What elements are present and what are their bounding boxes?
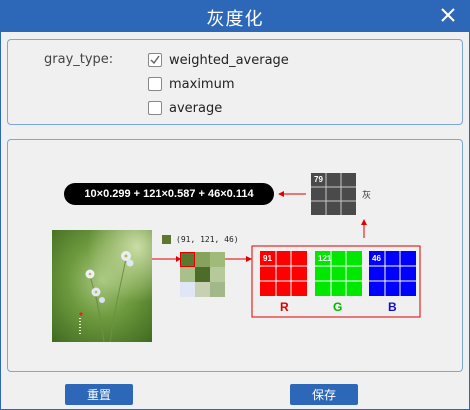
- check-icon: [150, 55, 160, 65]
- close-icon[interactable]: [437, 4, 459, 26]
- channel-g: 121: [315, 251, 362, 296]
- reset-button[interactable]: 重置: [65, 384, 133, 405]
- title-bar: 灰度化: [1, 1, 469, 32]
- zoomed-pixels: [180, 252, 225, 297]
- channel-r: 91: [260, 251, 307, 296]
- gray-label: 灰: [362, 191, 372, 201]
- dialog-title: 灰度化: [206, 9, 264, 30]
- maximum-checkbox[interactable]: [148, 77, 162, 91]
- gray-dialog: 灰度化 gray_type: weighted_average maximum …: [0, 0, 470, 410]
- average-label: average: [169, 100, 223, 116]
- pixel-rgb-label: (91, 121, 46): [176, 235, 239, 244]
- source-image: [52, 230, 152, 342]
- weighted-average-checkbox[interactable]: [148, 53, 162, 67]
- gray-type-panel: gray_type: weighted_average maximum aver…: [7, 39, 463, 125]
- weighted-average-label: weighted_average: [169, 52, 289, 68]
- average-checkbox[interactable]: [148, 101, 162, 115]
- option-maximum[interactable]: maximum: [148, 76, 235, 92]
- option-average[interactable]: average: [148, 100, 222, 116]
- channel-g-value: 121: [318, 254, 332, 263]
- option-weighted-average[interactable]: weighted_average: [148, 52, 289, 68]
- channel-r-value: 91: [263, 254, 272, 263]
- channel-g-label: G: [333, 300, 343, 314]
- channel-b: 46: [369, 251, 416, 296]
- maximum-label: maximum: [169, 76, 235, 92]
- gray-grid: 79: [311, 173, 356, 215]
- gray-type-label: gray_type:: [44, 52, 114, 67]
- channel-r-label: R: [280, 300, 289, 314]
- save-button[interactable]: 保存: [290, 384, 358, 405]
- gray-value: 79: [314, 175, 323, 184]
- channel-b-value: 46: [372, 254, 381, 263]
- illustration-panel: 10×0.299 + 121×0.587 + 46×0.114 (91, 121…: [7, 139, 463, 372]
- pixel-swatch: [162, 235, 171, 244]
- channel-b-label: B: [388, 300, 397, 314]
